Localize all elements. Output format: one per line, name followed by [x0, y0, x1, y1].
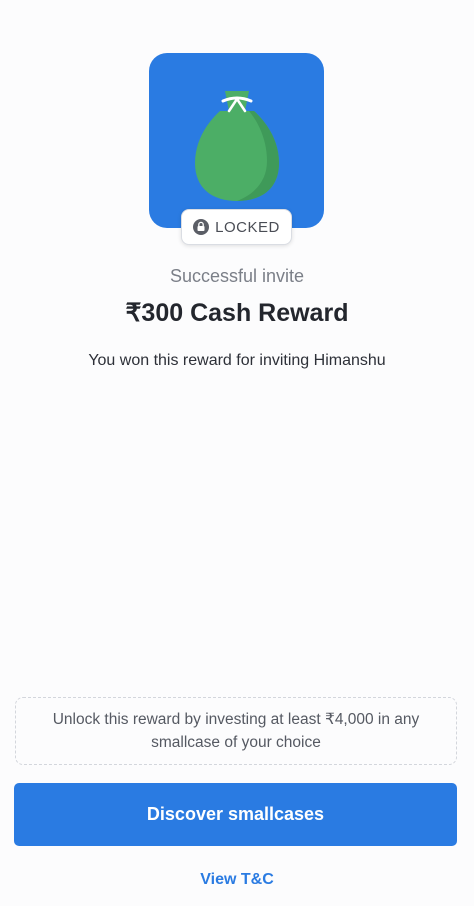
reward-subtitle: Successful invite	[169, 266, 305, 286]
lock-icon	[193, 219, 210, 235]
reward-title: ₹300 Cash Reward	[125, 299, 349, 327]
locked-label: LOCKED	[215, 218, 280, 236]
money-bag-icon	[195, 91, 279, 201]
unlock-info-text: Unlock this reward by investing at least…	[52, 711, 420, 751]
reward-description: You won this reward for inviting Himansh…	[88, 352, 386, 369]
unlock-info-box: Unlock this reward by investing at least…	[15, 697, 457, 765]
discover-smallcases-button[interactable]: Discover smallcases	[14, 783, 457, 846]
locked-status-badge: LOCKED	[181, 209, 292, 245]
reward-card	[149, 53, 324, 228]
view-tnc-link[interactable]: View T&C	[0, 871, 474, 889]
